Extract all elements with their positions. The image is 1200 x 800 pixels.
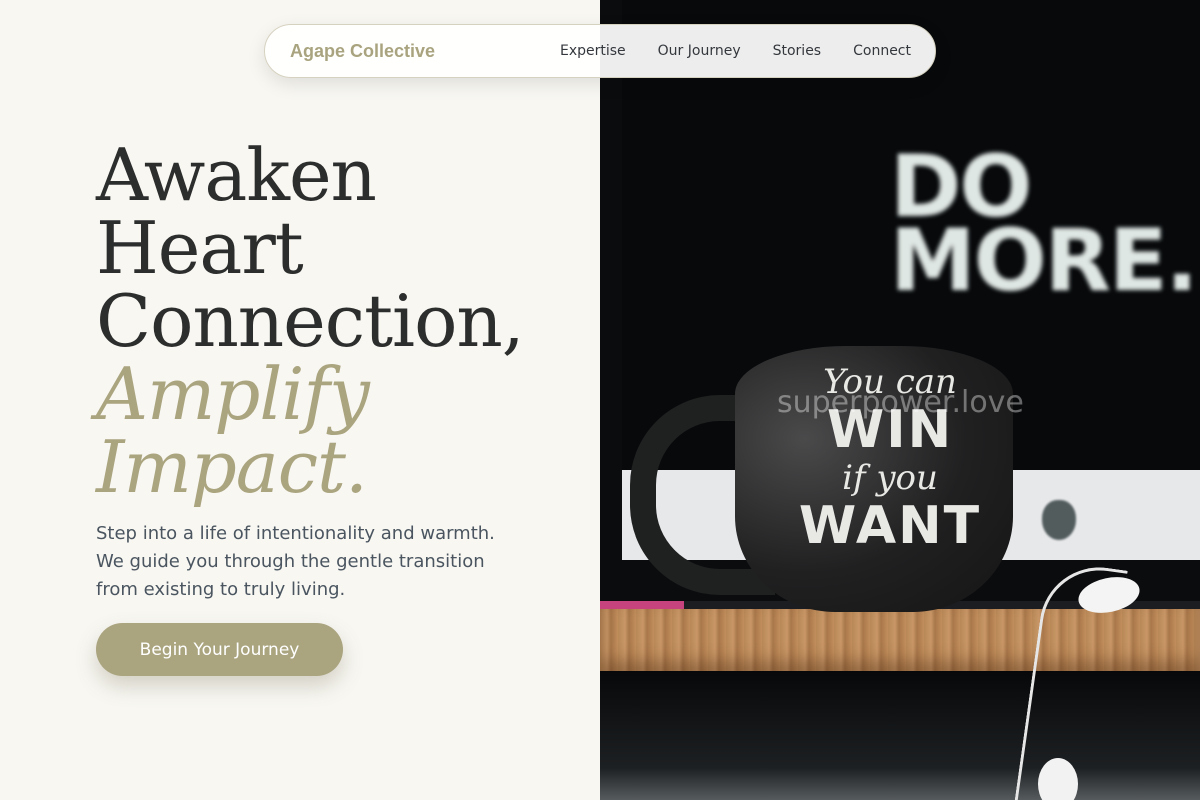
hero-image: DO MORE. You can WIN if you WANT superpo… [600,0,1200,800]
nav-link-connect[interactable]: Connect [853,43,911,59]
nav-link-stories[interactable]: Stories [773,43,822,59]
hero-title-line: Awaken [96,133,377,217]
top-navigation: Agape Collective Expertise Our Journey S… [264,24,936,78]
brand-logo[interactable]: Agape Collective [290,41,435,62]
hero-title-line: Connection, [96,279,525,363]
nav-links: Expertise Our Journey Stories Connect [560,43,911,59]
screen-motivational-text: DO MORE. [890,144,1198,311]
hero-title-line: Heart [96,206,304,290]
nav-link-expertise[interactable]: Expertise [560,43,626,59]
screen-text-line: MORE. [890,211,1198,311]
begin-journey-button[interactable]: Begin Your Journey [96,623,343,676]
image-watermark: superpower.love [777,385,1024,420]
hero-description: Step into a life of intentionality and w… [96,523,495,600]
hero-accent-line: Impact. [96,425,368,509]
apple-logo-icon [1042,500,1076,540]
hero-title: Awaken Heart Connection, Amplify Impact. [96,133,525,509]
mug-text-line: WANT [798,496,982,556]
mug-text-line: if you [842,458,938,498]
nav-link-our-journey[interactable]: Our Journey [658,43,741,59]
hero-accent-line: Amplify [96,352,370,436]
